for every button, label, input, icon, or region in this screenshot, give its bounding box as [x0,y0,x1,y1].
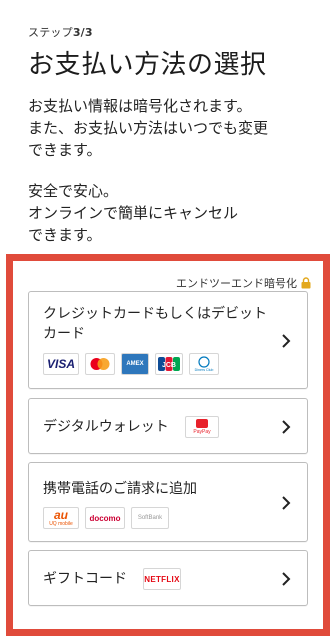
encryption-notice: エンドツーエンド暗号化 [176,275,311,291]
lock-icon [301,277,311,289]
option-label: 携帯電話のご請求に追加 [43,481,197,497]
step-value: 3/3 [72,26,93,39]
option-digital-wallet[interactable]: デジタルウォレット PayPay [28,398,308,454]
chevron-right-icon [282,334,291,348]
jcb-logo: JCB [155,353,183,375]
info-line: できます。 [28,226,102,244]
uq-mobile-logo-text: UQ mobile [49,520,73,527]
paypay-logo: PayPay [185,416,219,438]
amex-logo-text: AMEX [126,361,144,367]
option-gift-code[interactable]: ギフトコード NETFLIX [28,550,308,606]
payment-method-page: ステップ3/3 お支払い方法の選択 お支払い情報は暗号化されます。 また、お支払… [0,0,334,640]
option-carrier-billing[interactable]: 携帯電話のご請求に追加 au UQ mobile docomo SoftBank [28,462,308,542]
option-label: デジタルウォレット [43,419,169,435]
step-indicator: ステップ3/3 [28,24,93,40]
info-line: また、お支払い方法はいつでも変更 [28,119,269,137]
chevron-right-icon [282,496,291,510]
option-label-line: クレジットカードもしくはデビット [43,306,267,322]
info-line: 安全で安心。 [28,182,119,200]
option-label: クレジットカードもしくはデビット カード [43,304,267,344]
softbank-logo: SoftBank [131,507,169,529]
option-credit-card[interactable]: クレジットカードもしくはデビット カード VISA AMEX JCB Diner… [28,291,308,389]
payment-options-highlight: エンドツーエンド暗号化 クレジットカードもしくはデビット カード VISA AM… [6,254,330,636]
visa-logo: VISA [43,353,79,375]
jcb-icon: JCB [158,357,180,371]
info-line: できます。 [28,141,102,159]
option-label-line: カード [43,326,85,342]
docomo-logo: docomo [85,507,125,529]
diners-club-logo: Diners Club [189,353,219,375]
gift-logos: NETFLIX [143,568,181,590]
au-logo-text: au [53,507,68,522]
page-title: お支払い方法の選択 [28,50,267,80]
amex-logo: AMEX [121,353,149,375]
mastercard-icon [90,358,110,370]
netflix-logo: NETFLIX [143,568,181,590]
paypay-mark [196,419,208,428]
visa-logo-text: VISA [46,357,75,371]
info-line: オンラインで簡単にキャンセル [28,204,239,222]
safety-info: 安全で安心。 オンラインで簡単にキャンセル できます。 [28,180,313,246]
jcb-logo-text: JCB [162,362,176,369]
card-logos: VISA AMEX JCB Diners Club [43,353,219,375]
carrier-logos: au UQ mobile docomo SoftBank [43,507,169,529]
au-logo: au UQ mobile [43,507,79,529]
netflix-logo-text: NETFLIX [144,574,180,584]
step-prefix: ステップ [28,26,73,39]
paypay-logo-text: PayPay [193,429,211,435]
diners-logo-text: Diners Club [195,368,214,372]
wallet-logos: PayPay [185,416,219,438]
docomo-logo-text: docomo [89,513,121,523]
mastercard-logo [85,353,115,375]
softbank-logo-text: SoftBank [137,515,163,521]
encryption-info: お支払い情報は暗号化されます。 また、お支払い方法はいつでも変更 できます。 [28,95,313,161]
chevron-right-icon [282,572,291,586]
chevron-right-icon [282,420,291,434]
diners-icon: Diners Club [195,356,214,372]
option-label: ギフトコード [43,571,127,587]
encryption-label: エンドツーエンド暗号化 [176,277,297,290]
info-line: お支払い情報は暗号化されます。 [28,97,252,115]
